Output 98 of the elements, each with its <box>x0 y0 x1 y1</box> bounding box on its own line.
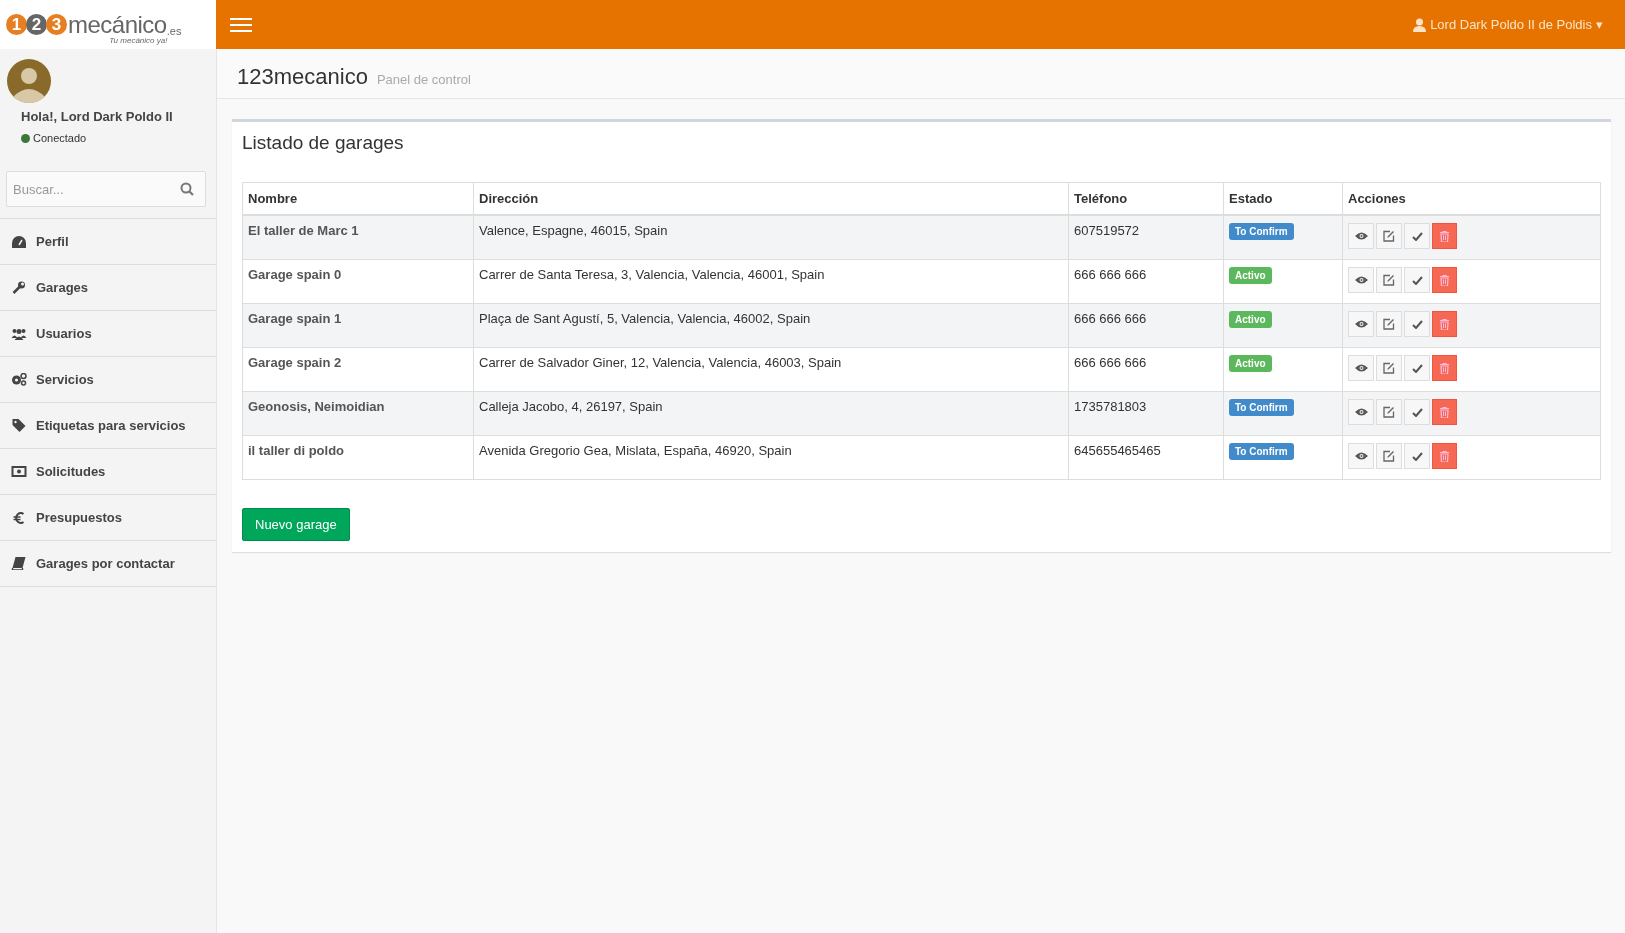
avatar-icon <box>7 59 51 103</box>
confirm-button[interactable] <box>1404 355 1430 381</box>
page-title: 123mecanico <box>237 64 368 90</box>
table-cell: Garage spain 1 <box>242 303 474 348</box>
trash-icon <box>1440 406 1449 418</box>
table-cell: il taller di poldo <box>242 435 474 480</box>
eye-icon <box>1354 232 1368 240</box>
menu-icon[interactable] <box>230 16 252 33</box>
sidebar-item[interactable]: Etiquetas para servicios <box>0 403 216 449</box>
edit-icon <box>1383 362 1395 374</box>
book-icon <box>11 557 27 570</box>
dashboard-icon <box>11 235 27 248</box>
money-icon <box>11 466 27 477</box>
confirm-button[interactable] <box>1404 223 1430 249</box>
confirm-button[interactable] <box>1404 443 1430 469</box>
table-cell: Geonosis, Neimoidian <box>242 391 474 436</box>
view-button[interactable] <box>1348 355 1374 381</box>
confirm-button[interactable] <box>1404 399 1430 425</box>
status-badge: Activo <box>1229 355 1272 372</box>
confirm-button[interactable] <box>1404 267 1430 293</box>
edit-button[interactable] <box>1376 311 1402 337</box>
logo-digit: 1 <box>6 14 27 35</box>
table-cell: Garage spain 2 <box>242 347 474 392</box>
status-badge: To Confirm <box>1229 399 1294 416</box>
view-button[interactable] <box>1348 443 1374 469</box>
view-button[interactable] <box>1348 399 1374 425</box>
check-icon <box>1411 275 1423 285</box>
sidebar-item[interactable]: Garages por contactar <box>0 541 216 587</box>
euro-icon <box>11 511 27 524</box>
view-button[interactable] <box>1348 311 1374 337</box>
table-cell: 645655465465 <box>1068 435 1224 480</box>
trash-icon <box>1440 274 1449 286</box>
table-cell: 1735781803 <box>1068 391 1224 436</box>
page-subtitle: Panel de control <box>376 72 471 87</box>
sidebar-item[interactable]: Servicios <box>0 357 216 403</box>
status-badge: To Confirm <box>1229 443 1294 460</box>
trash-icon <box>1440 318 1449 330</box>
edit-icon <box>1383 406 1395 418</box>
confirm-button[interactable] <box>1404 311 1430 337</box>
edit-button[interactable] <box>1376 355 1402 381</box>
search-icon[interactable] <box>180 182 194 196</box>
table-cell: Plaça de Sant Agustí, 5, Valencia, Valencia, 46002, Spain <box>473 303 1069 348</box>
user-icon <box>1413 17 1427 32</box>
table-cell: Garage spain 0 <box>242 259 474 304</box>
eye-icon <box>1354 320 1368 328</box>
status-badge: To Confirm <box>1229 223 1294 240</box>
check-icon <box>1411 319 1423 329</box>
sidebar-item[interactable]: Garages <box>0 265 216 311</box>
table-cell: 666 666 666 <box>1068 259 1224 304</box>
status-label: Conectado <box>33 132 87 144</box>
gears-icon <box>11 373 27 386</box>
view-button[interactable] <box>1348 267 1374 293</box>
wrench-icon <box>11 281 27 294</box>
panel-title: Listado de garages <box>242 132 405 154</box>
edit-button[interactable] <box>1376 443 1402 469</box>
sidebar-item[interactable]: Perfil <box>0 219 216 265</box>
table-cell: El taller de Marc 1 <box>242 215 474 260</box>
check-icon <box>1411 363 1423 373</box>
user-greeting: Hola!, Lord Dark Poldo II <box>21 109 174 124</box>
check-icon <box>1411 231 1423 241</box>
table-cell: Avenida Gregorio Gea, Mislata, España, 46920, Spain <box>473 435 1069 480</box>
trash-icon <box>1440 362 1449 374</box>
status-badge: Activo <box>1229 311 1272 328</box>
trash-icon <box>1440 450 1449 462</box>
edit-icon <box>1383 274 1395 286</box>
logo-word: mecánico <box>68 10 167 38</box>
search-field[interactable]: Buscar... <box>6 171 206 207</box>
logo-digit: 2 <box>26 14 47 35</box>
status-badge: Activo <box>1229 267 1272 284</box>
tag-icon <box>11 419 27 432</box>
table-cell: 666 666 666 <box>1068 303 1224 348</box>
edit-button[interactable] <box>1376 267 1402 293</box>
sidebar-item[interactable]: Presupuestos <box>0 495 216 541</box>
table-cell: 666 666 666 <box>1068 347 1224 392</box>
view-button[interactable] <box>1348 223 1374 249</box>
sidebar-item[interactable]: Usuarios <box>0 311 216 357</box>
eye-icon <box>1354 364 1368 372</box>
edit-button[interactable] <box>1376 399 1402 425</box>
logo-tagline: Tu mecánico ya! <box>109 35 168 45</box>
eye-icon <box>1354 276 1368 284</box>
check-icon <box>1411 451 1423 461</box>
table-cell: Valence, Espagne, 46015, Spain <box>473 215 1069 260</box>
logo-digit: 3 <box>46 14 67 35</box>
logo-suffix: .es <box>166 24 182 37</box>
edit-button[interactable] <box>1376 223 1402 249</box>
trash-icon <box>1440 230 1449 242</box>
eye-icon <box>1354 408 1368 416</box>
edit-icon <box>1383 318 1395 330</box>
table-cell: Carrer de Santa Teresa, 3, Valencia, Valencia, 46001, Spain <box>473 259 1069 304</box>
table-cell: 607519572 <box>1068 215 1224 260</box>
edit-icon <box>1383 230 1395 242</box>
table-cell: Calleja Jacobo, 4, 26197, Spain <box>473 391 1069 436</box>
table-cell: Carrer de Salvador Giner, 12, Valencia, Valencia, 46003, Spain <box>473 347 1069 392</box>
check-icon <box>1411 407 1423 417</box>
users-icon <box>11 327 27 340</box>
edit-icon <box>1383 450 1395 462</box>
sidebar-item[interactable]: Solicitudes <box>0 449 216 495</box>
eye-icon <box>1354 452 1368 460</box>
